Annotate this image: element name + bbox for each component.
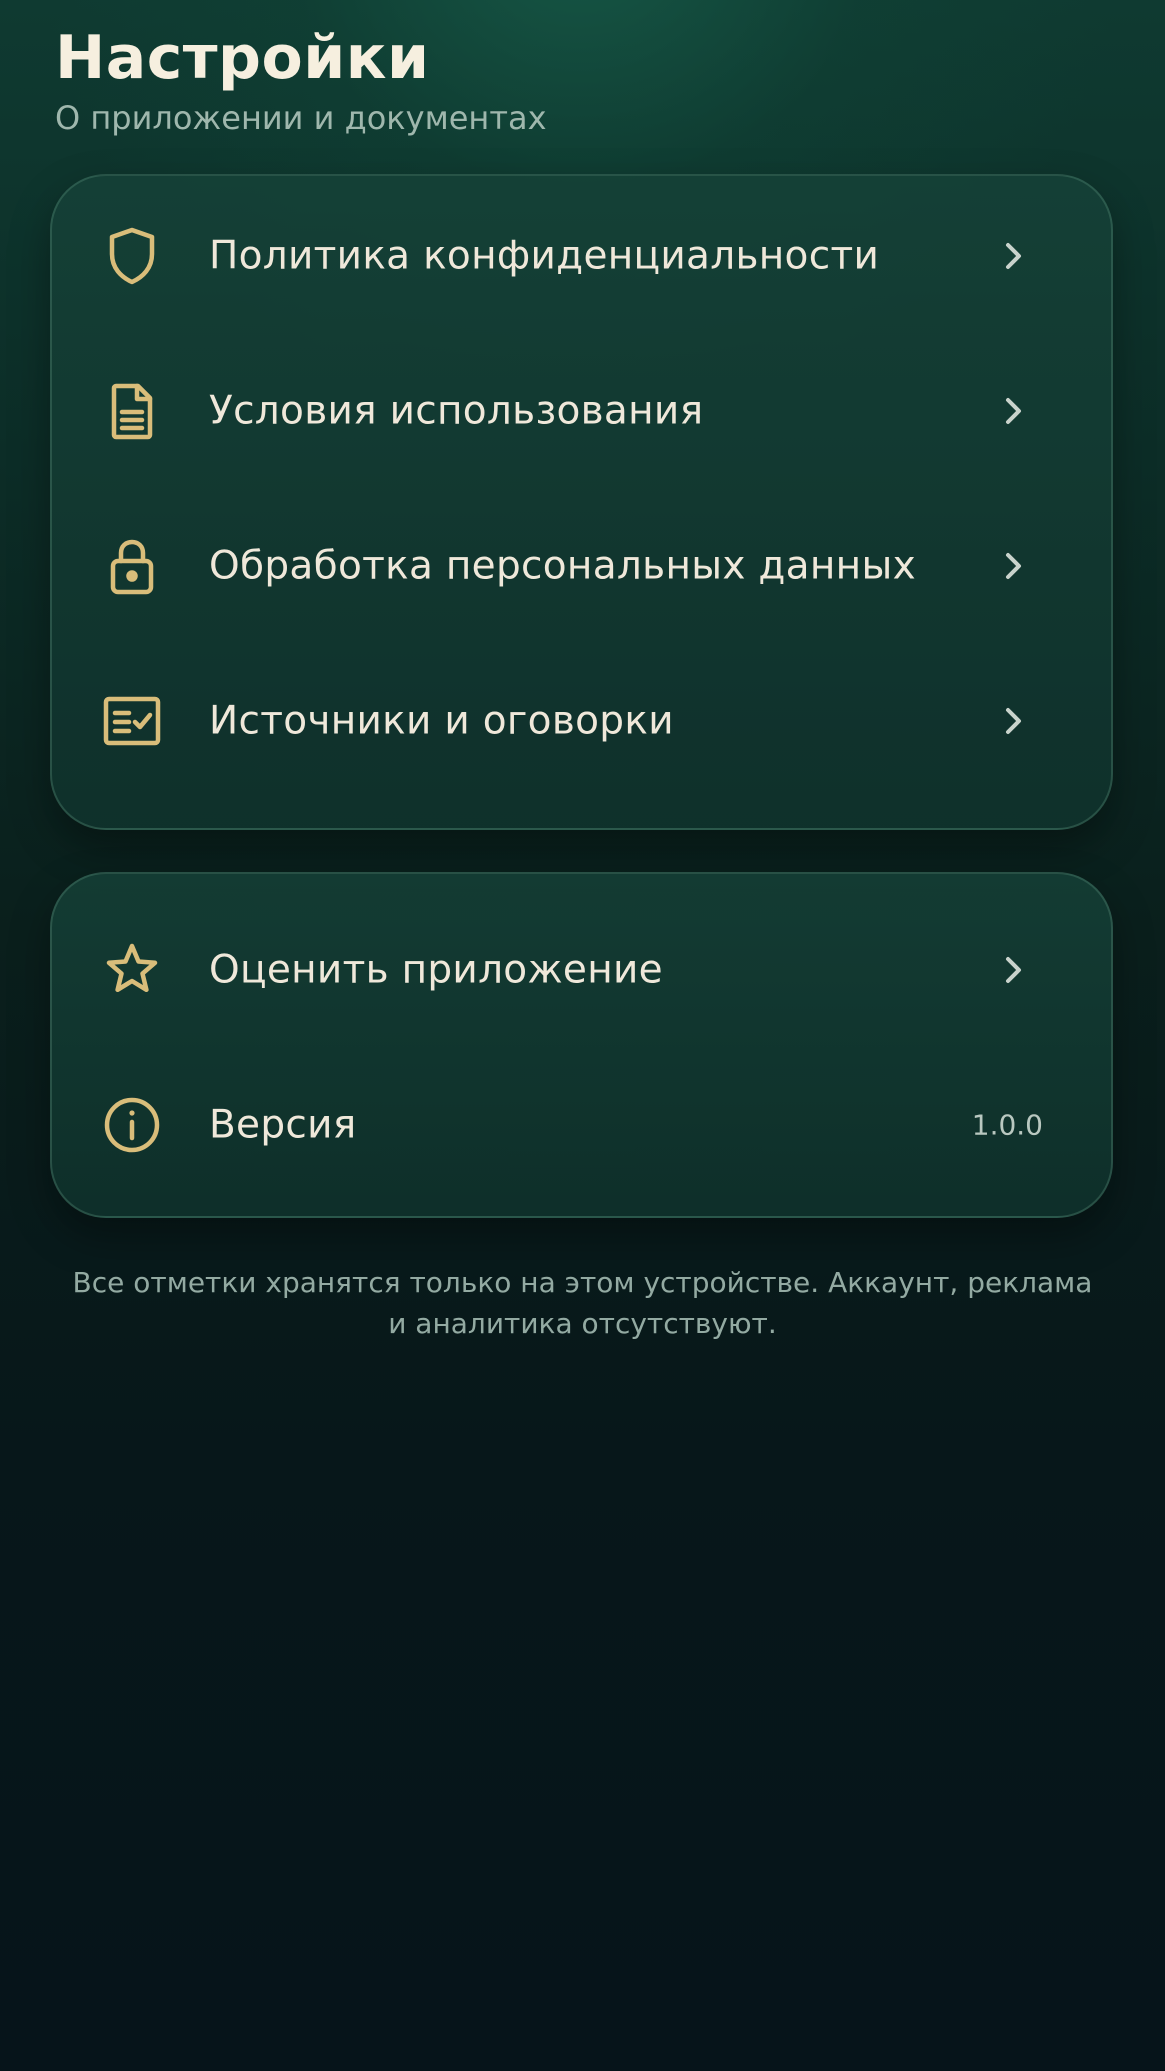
sources-disclaimers-item[interactable]: Источники и оговорки (52, 643, 1111, 798)
star-icon (100, 938, 164, 1002)
chevron-right-icon (995, 238, 1031, 274)
info-icon (100, 1093, 164, 1157)
rate-app-label: Оценить приложение (209, 947, 663, 992)
personal-data-item[interactable]: Обработка персональных данных (52, 488, 1111, 643)
version-label: Версия (209, 1102, 357, 1147)
documents-card: Политика конфиденциальности Условия испо… (50, 174, 1113, 830)
privacy-note: Все отметки хранятся только на этом устр… (72, 1266, 1093, 1340)
page-subtitle: О приложении и документах (55, 99, 547, 137)
chevron-right-icon (995, 952, 1031, 988)
terms-of-use-label: Условия использования (209, 388, 704, 433)
version-value: 1.0.0 (971, 1108, 1043, 1141)
lock-icon (100, 534, 164, 598)
header: Настройки О приложении и документах (55, 20, 547, 138)
checklist-icon (100, 689, 164, 753)
shield-icon (100, 224, 164, 288)
settings-screen: Настройки О приложении и документах Поли… (0, 0, 1165, 2071)
privacy-policy-label: Политика конфиденциальности (209, 233, 880, 278)
rate-app-item[interactable]: Оценить приложение (52, 892, 1111, 1047)
page-title: Настройки (55, 23, 430, 93)
app-card: Оценить приложение Версия 1.0.0 (50, 872, 1113, 1218)
privacy-policy-item[interactable]: Политика конфиденциальности (52, 178, 1111, 333)
personal-data-label: Обработка персональных данных (209, 543, 916, 588)
chevron-right-icon (995, 703, 1031, 739)
chevron-right-icon (995, 393, 1031, 429)
version-item: Версия 1.0.0 (52, 1047, 1111, 1202)
document-icon (100, 379, 164, 443)
terms-of-use-item[interactable]: Условия использования (52, 333, 1111, 488)
sources-disclaimers-label: Источники и оговорки (209, 698, 674, 743)
chevron-right-icon (995, 548, 1031, 584)
